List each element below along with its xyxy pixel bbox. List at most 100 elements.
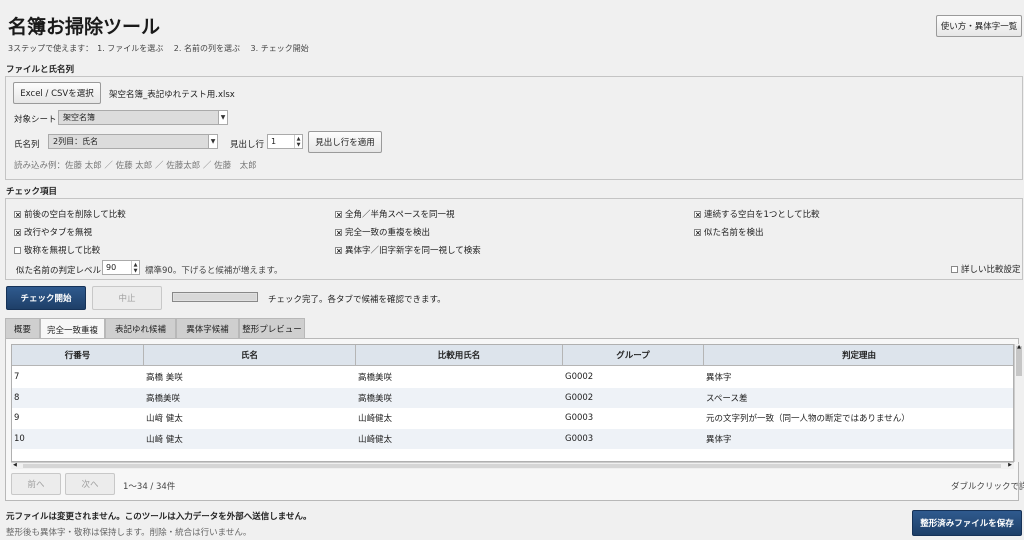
header-row-value: 1 xyxy=(271,137,277,146)
check-option-7[interactable]: × 異体字／旧字新字を同一視して検索 xyxy=(335,244,481,256)
check-option-4[interactable]: × 完全一致の重複を検出 xyxy=(335,226,430,238)
check-option-label: 改行やタブを無視 xyxy=(24,228,93,238)
header-row-label: 見出し行 xyxy=(230,140,265,150)
check-option-label: 異体字／旧字新字を同一視して検索 xyxy=(345,246,481,256)
scroll-thumb-h[interactable] xyxy=(23,464,1001,468)
next-page-button[interactable]: 次へ xyxy=(65,473,115,495)
checkbox-icon: × xyxy=(14,228,21,237)
horizontal-scrollbar[interactable]: ◀ ▶ xyxy=(11,462,1014,469)
status-text: チェック完了。各タブで候補を確認できます。 xyxy=(268,295,446,305)
sheet-label: 対象シート xyxy=(14,115,57,125)
scroll-up-icon[interactable]: ▲ xyxy=(1015,344,1023,350)
table-cell: 8 xyxy=(14,392,20,403)
table-cell: 山崎 健太 xyxy=(146,434,183,445)
check-option-3[interactable]: × 改行やタブを無視 xyxy=(14,226,92,238)
table-cell: 高橋 美咲 xyxy=(146,373,183,383)
progress-fill xyxy=(174,294,256,300)
sheet-select[interactable]: 架空名簿 ▼ xyxy=(58,110,228,125)
column-header[interactable]: 氏名 xyxy=(144,345,356,366)
double-click-hint: ダブルクリックで詳細 xyxy=(951,482,1024,492)
checkbox-icon: × xyxy=(694,210,701,219)
scroll-left-icon[interactable]: ◀ xyxy=(13,462,17,468)
similarity-level-label: 似た名前の判定レベル xyxy=(16,266,102,276)
checkbox-icon xyxy=(14,246,21,254)
name-column-select[interactable]: 2列目：氏名 ▼ xyxy=(48,134,218,149)
file-section-heading: ファイルと氏名列 xyxy=(6,65,75,75)
table-cell: G0003 xyxy=(565,413,594,423)
sheet-select-value: 架空名簿 xyxy=(63,113,95,122)
table-cell: G0002 xyxy=(565,372,594,382)
table-row[interactable]: 10 山崎 健太 山崎健太 G0003 異体字 xyxy=(12,428,1013,449)
table-cell: 異体字 xyxy=(706,373,732,383)
page-info: 1〜34 / 34件 xyxy=(123,482,176,492)
tab-0[interactable]: 概要 xyxy=(5,318,40,338)
similarity-level-hint: 標準90。下げると候補が増えます。 xyxy=(145,266,283,276)
check-option-6[interactable]: 敬称を無視して比較 xyxy=(14,244,100,256)
table-cell: 山崎健太 xyxy=(358,414,393,424)
prev-page-button[interactable]: 前へ xyxy=(11,473,61,495)
stop-button[interactable]: 中止 xyxy=(92,286,162,310)
chevron-down-icon: ▼ xyxy=(218,111,227,124)
name-column-value: 2列目：氏名 xyxy=(53,137,99,146)
scroll-right-icon[interactable]: ▶ xyxy=(1008,462,1012,468)
check-option-0[interactable]: × 前後の空白を削除して比較 xyxy=(14,208,126,220)
table-cell: 10 xyxy=(14,433,25,444)
check-option-label: 似た名前を検出 xyxy=(704,228,764,238)
check-option-label: 全角／半角スペースを同一視 xyxy=(345,210,455,220)
results-table[interactable]: 行番号 氏名 比較用氏名 グループ 判定理由 7 高橋 美咲高橋美咲 G0002 異体字 8 高橋… xyxy=(11,344,1014,462)
apply-header-row-button[interactable]: 見出し行を適用 xyxy=(308,131,382,153)
table-row[interactable]: 9 山﨑 健太 山崎健太 G0003 元の文字列が一致（同一人物の断定ではありません） xyxy=(12,408,1013,428)
column-header[interactable]: 行番号 xyxy=(12,345,144,366)
checkbox-icon xyxy=(951,265,958,273)
scroll-thumb[interactable] xyxy=(1016,346,1022,376)
vertical-scrollbar[interactable]: ▲ xyxy=(1014,344,1023,462)
check-option-1[interactable]: × 全角／半角スペースを同一視 xyxy=(335,208,454,220)
table-cell: G0003 xyxy=(565,433,594,444)
table-row[interactable]: 8 高橋美咲 高橋美咲 G0002 スペース差 xyxy=(12,387,1013,408)
checkbox-icon: × xyxy=(335,246,342,255)
chevron-down-icon: ▼ xyxy=(208,135,217,148)
column-header[interactable]: グループ xyxy=(563,345,704,366)
table-cell: 高橋美咲 xyxy=(358,393,393,404)
similarity-level-spinner[interactable]: 90 ▲ ▼ xyxy=(102,260,140,275)
checkbox-icon: × xyxy=(14,210,21,219)
table-cell: 9 xyxy=(14,413,20,423)
column-header[interactable]: 判定理由 xyxy=(704,345,1013,366)
help-button[interactable]: 使い方・異体字一覧 xyxy=(936,15,1022,37)
table-cell: 7 xyxy=(14,372,20,382)
check-option-label: 連続する空白を1つとして比較 xyxy=(704,210,820,220)
tab-3[interactable]: 異体字候補 xyxy=(176,318,239,338)
start-check-button[interactable]: チェック開始 xyxy=(6,286,86,310)
name-column-label: 氏名列 xyxy=(14,140,40,150)
checkbox-icon: × xyxy=(335,210,342,219)
footer-note-secondary: 整形後も異体字・敬称は保持します。削除・統合は行いません。 xyxy=(6,528,252,538)
similarity-level-value: 90 xyxy=(106,263,117,272)
check-option-5[interactable]: × 似た名前を検出 xyxy=(694,226,764,238)
save-file-button[interactable]: 整形済みファイルを保存 xyxy=(912,510,1022,536)
detail-settings-label: 詳しい比較設定 xyxy=(961,265,1021,275)
table-cell: 高橋美咲 xyxy=(146,393,181,404)
spinner-arrows-icon[interactable]: ▲ ▼ xyxy=(294,135,302,148)
table-cell: G0002 xyxy=(565,392,594,403)
tab-1[interactable]: 完全一致重複 xyxy=(40,318,105,340)
check-option-label: 完全一致の重複を検出 xyxy=(345,228,431,238)
detail-settings-checkbox[interactable]: 詳しい比較設定 xyxy=(951,263,1021,275)
steps-guide: 3ステップで使えます： 1. ファイルを選ぶ 2. 名前の列を選ぶ 3. チェッ… xyxy=(8,44,309,53)
table-cell: 山﨑 健太 xyxy=(146,414,183,424)
tab-4[interactable]: 整形プレビュー xyxy=(239,318,305,338)
select-file-button[interactable]: Excel / CSVを選択 xyxy=(13,82,101,104)
table-cell: 元の文字列が一致（同一人物の断定ではありません） xyxy=(706,414,910,424)
checkbox-icon: × xyxy=(335,228,342,237)
footer-note-primary: 元ファイルは変更されません。このツールは入力データを外部へ送信しません。 xyxy=(6,512,312,522)
tab-2[interactable]: 表記ゆれ候補 xyxy=(105,318,176,338)
column-header[interactable]: 比較用氏名 xyxy=(356,345,563,366)
check-option-2[interactable]: × 連続する空白を1つとして比較 xyxy=(694,208,820,220)
table-cell: 山崎健太 xyxy=(358,434,393,445)
app-title: 名簿お掃除ツール xyxy=(8,16,161,38)
checkbox-icon: × xyxy=(694,228,701,237)
table-cell: 異体字 xyxy=(706,434,732,445)
table-row[interactable]: 7 高橋 美咲 高橋美咲 G0002 異体字 xyxy=(12,367,1013,387)
check-section-heading: チェック項目 xyxy=(6,187,58,197)
header-row-spinner[interactable]: 1 ▲ ▼ xyxy=(267,134,303,149)
spinner-arrows-icon[interactable]: ▲ ▼ xyxy=(131,261,139,274)
